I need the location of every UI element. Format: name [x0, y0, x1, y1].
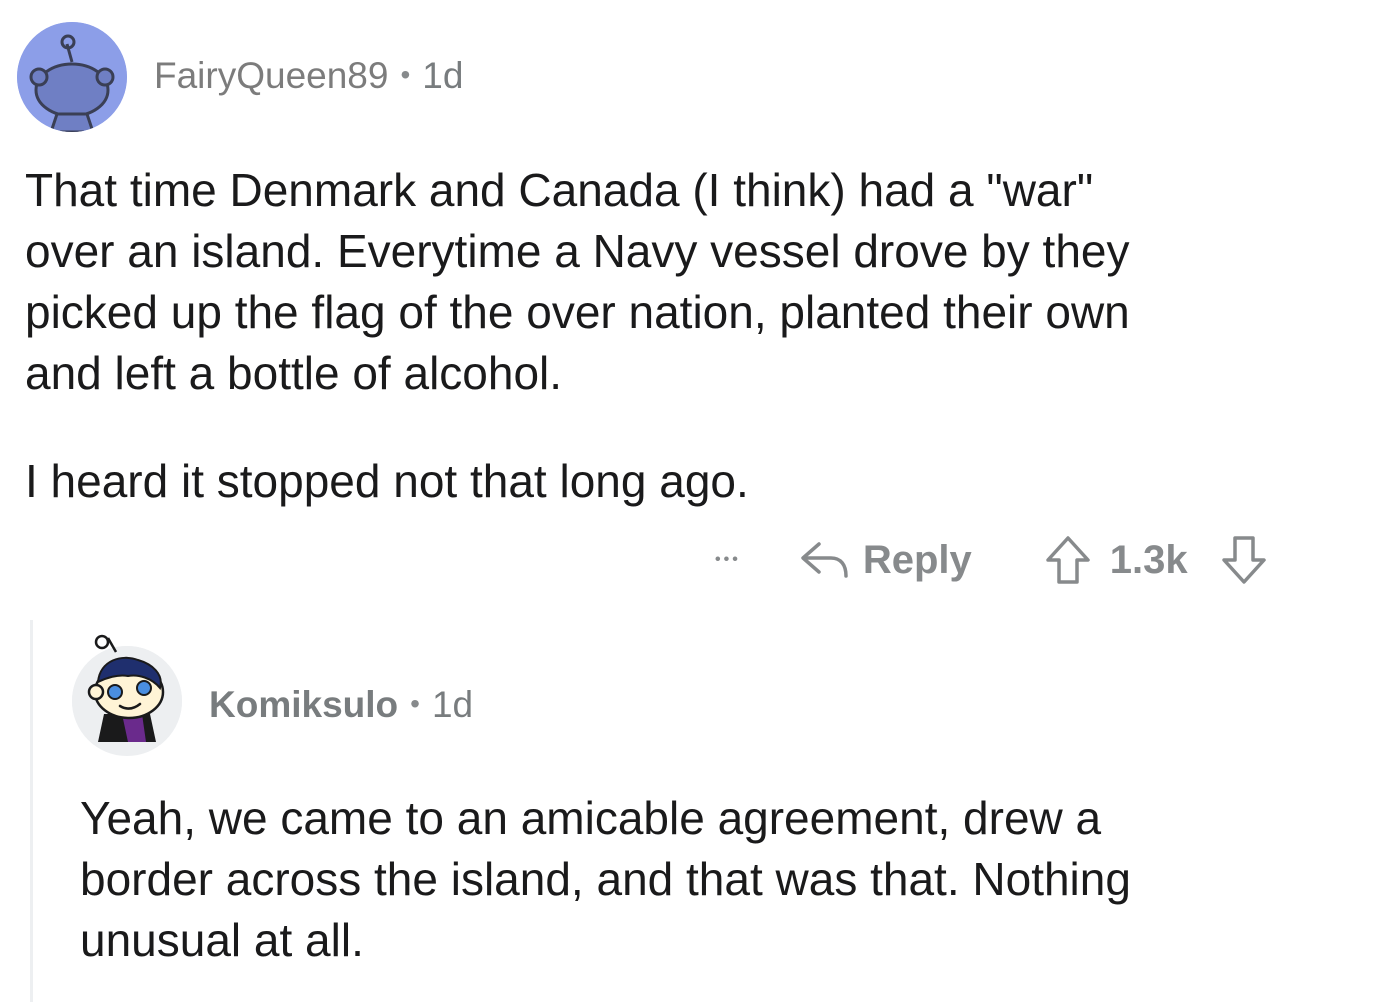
- reply-button[interactable]: Reply: [799, 538, 972, 583]
- thread-line[interactable]: [30, 620, 33, 1002]
- comment-line: and left a bottle of alcohol.: [25, 347, 563, 399]
- meta-separator: •: [400, 59, 411, 90]
- username-link[interactable]: Komiksulo: [209, 684, 398, 725]
- comment-age: 1d: [422, 55, 464, 96]
- custom-snoo-avatar-icon[interactable]: [72, 634, 182, 756]
- reply-label: Reply: [862, 537, 972, 582]
- comment-line: Yeah, we came to an amicable agreement, …: [80, 792, 1102, 844]
- comment-line: over an island. Everytime a Navy vessel …: [25, 225, 1130, 277]
- more-options-icon[interactable]: •••: [715, 551, 741, 569]
- comment-line: unusual at all.: [80, 914, 364, 966]
- comment-meta: Komiksulo • 1d: [209, 684, 473, 726]
- comment-meta: FairyQueen89 • 1d: [154, 55, 463, 97]
- vote-score: 1.3k: [1109, 537, 1188, 582]
- username-link[interactable]: FairyQueen89: [154, 55, 388, 96]
- meta-separator: •: [410, 688, 420, 719]
- comment-body: Yeah, we came to an amicable agreement, …: [80, 788, 1131, 971]
- comment-actions: ••• Reply 1.3k: [700, 532, 1270, 588]
- comment-line: That time Denmark and Canada (I think) h…: [25, 164, 1094, 216]
- comment-body: That time Denmark and Canada (I think) h…: [25, 160, 1130, 512]
- comment-paragraph: I heard it stopped not that long ago.: [25, 455, 749, 507]
- upvote-icon[interactable]: [1042, 532, 1094, 588]
- downvote-icon[interactable]: [1218, 532, 1270, 588]
- comment-line: picked up the flag of the over nation, p…: [25, 286, 1130, 338]
- comment-age: 1d: [431, 684, 474, 725]
- comment-line: border across the island, and that was t…: [80, 853, 1131, 905]
- snoo-avatar-icon[interactable]: [17, 22, 127, 132]
- reply-arrow-icon: [801, 542, 848, 578]
